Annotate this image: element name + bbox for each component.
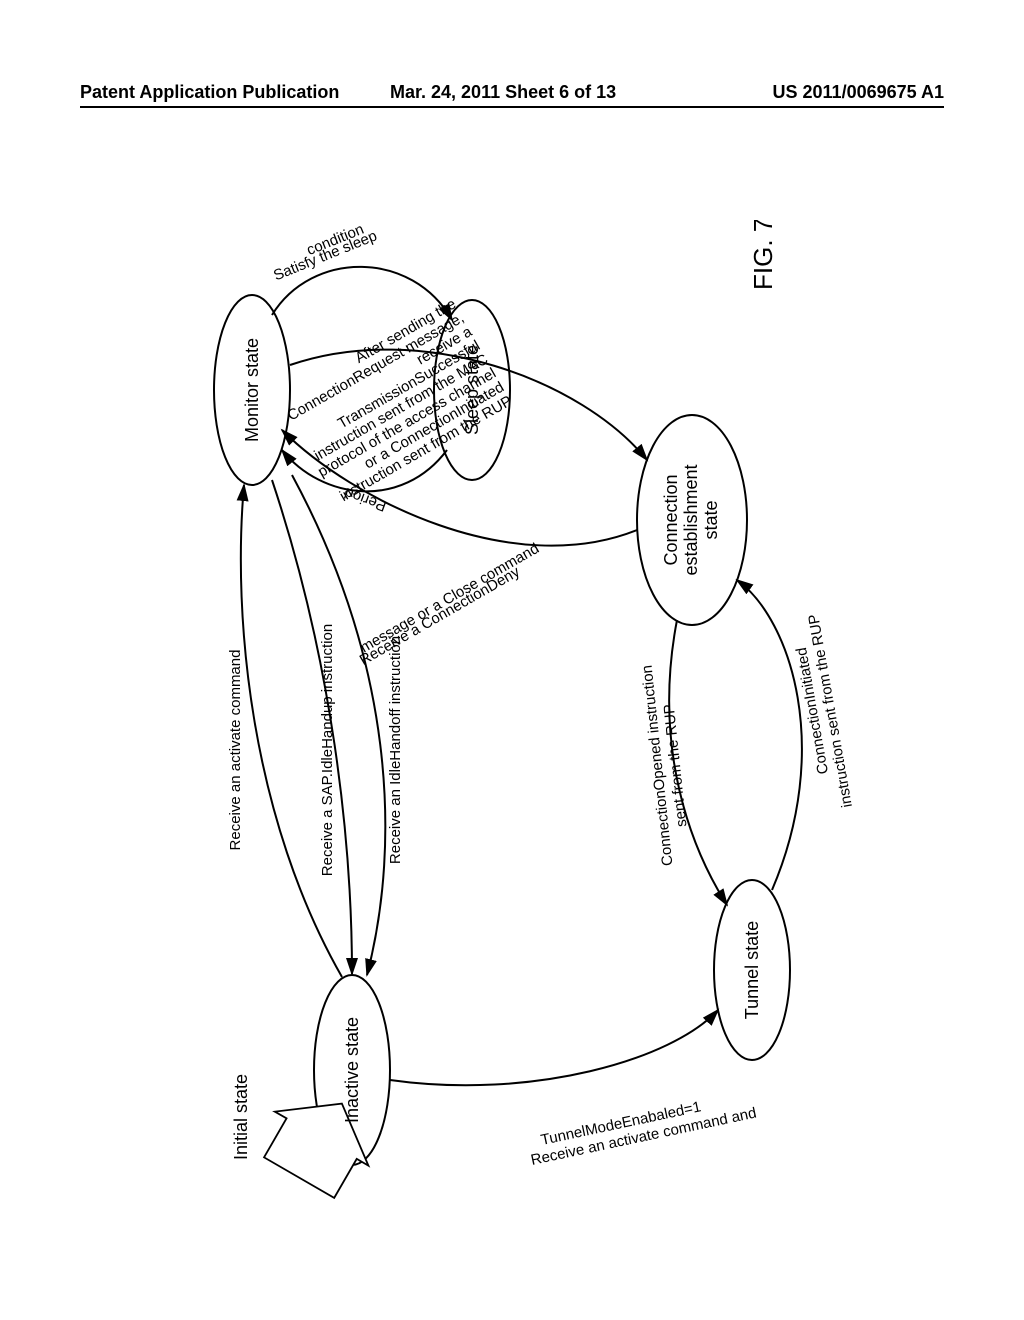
edge-inactive-tunnel — [390, 1010, 718, 1085]
elabel-deny-2: message or a Close command — [357, 540, 542, 656]
label-tunnel: Tunnel state — [742, 921, 762, 1019]
edge-tunnel-connest — [737, 580, 802, 890]
header-rule — [80, 106, 944, 108]
figure-label: FIG. 7 — [748, 220, 778, 290]
elabel-sap: Receive a SAP.IdleHandup instruction — [319, 624, 336, 876]
label-initial: Initial state — [231, 1074, 251, 1160]
header-right: US 2011/0069675 A1 — [773, 82, 944, 103]
label-inactive: Inactive state — [342, 1017, 362, 1123]
elabel-idlehandoff: Receive an IdleHandoff instruction — [387, 636, 404, 864]
label-connest1: Connection — [661, 474, 681, 565]
edge-monitor-inactive-1 — [272, 480, 352, 974]
elabel-activate: Receive an activate command — [227, 650, 244, 851]
label-monitor: Monitor state — [242, 338, 262, 442]
label-connest3: state — [701, 500, 721, 539]
state-diagram: Initial state Inactive state Monitor sta… — [132, 220, 892, 1220]
label-connest2: establishment — [681, 464, 701, 575]
edge-monitor-inactive-2 — [292, 475, 385, 975]
header-center: Mar. 24, 2011 Sheet 6 of 13 — [390, 82, 616, 103]
header-left: Patent Application Publication — [80, 82, 339, 103]
